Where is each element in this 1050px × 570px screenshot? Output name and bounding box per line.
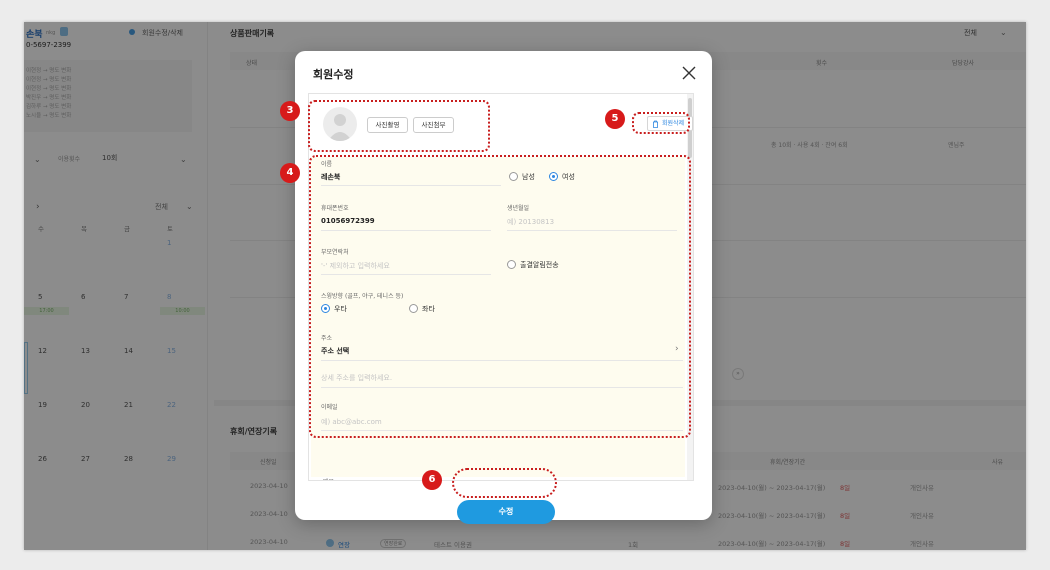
highlight-photo-area xyxy=(308,100,490,152)
modal-title: 회원수정 xyxy=(313,68,354,81)
highlight-delete-button xyxy=(632,112,690,134)
submit-button[interactable]: 수정 xyxy=(457,500,555,524)
highlight-submit-button xyxy=(452,468,557,498)
highlight-form-area xyxy=(309,155,691,438)
memo-label: 메모 xyxy=(323,477,334,480)
step-badge-6: 6 xyxy=(422,470,442,490)
step-badge-3: 3 xyxy=(280,101,300,121)
step-badge-4: 4 xyxy=(280,163,300,183)
app-window: 손북 nkg 0-5697-2399 회원수정/삭제 이현정 → 명도 변화 이… xyxy=(24,22,1026,550)
step-badge-5: 5 xyxy=(605,109,625,129)
close-icon[interactable] xyxy=(680,64,698,82)
